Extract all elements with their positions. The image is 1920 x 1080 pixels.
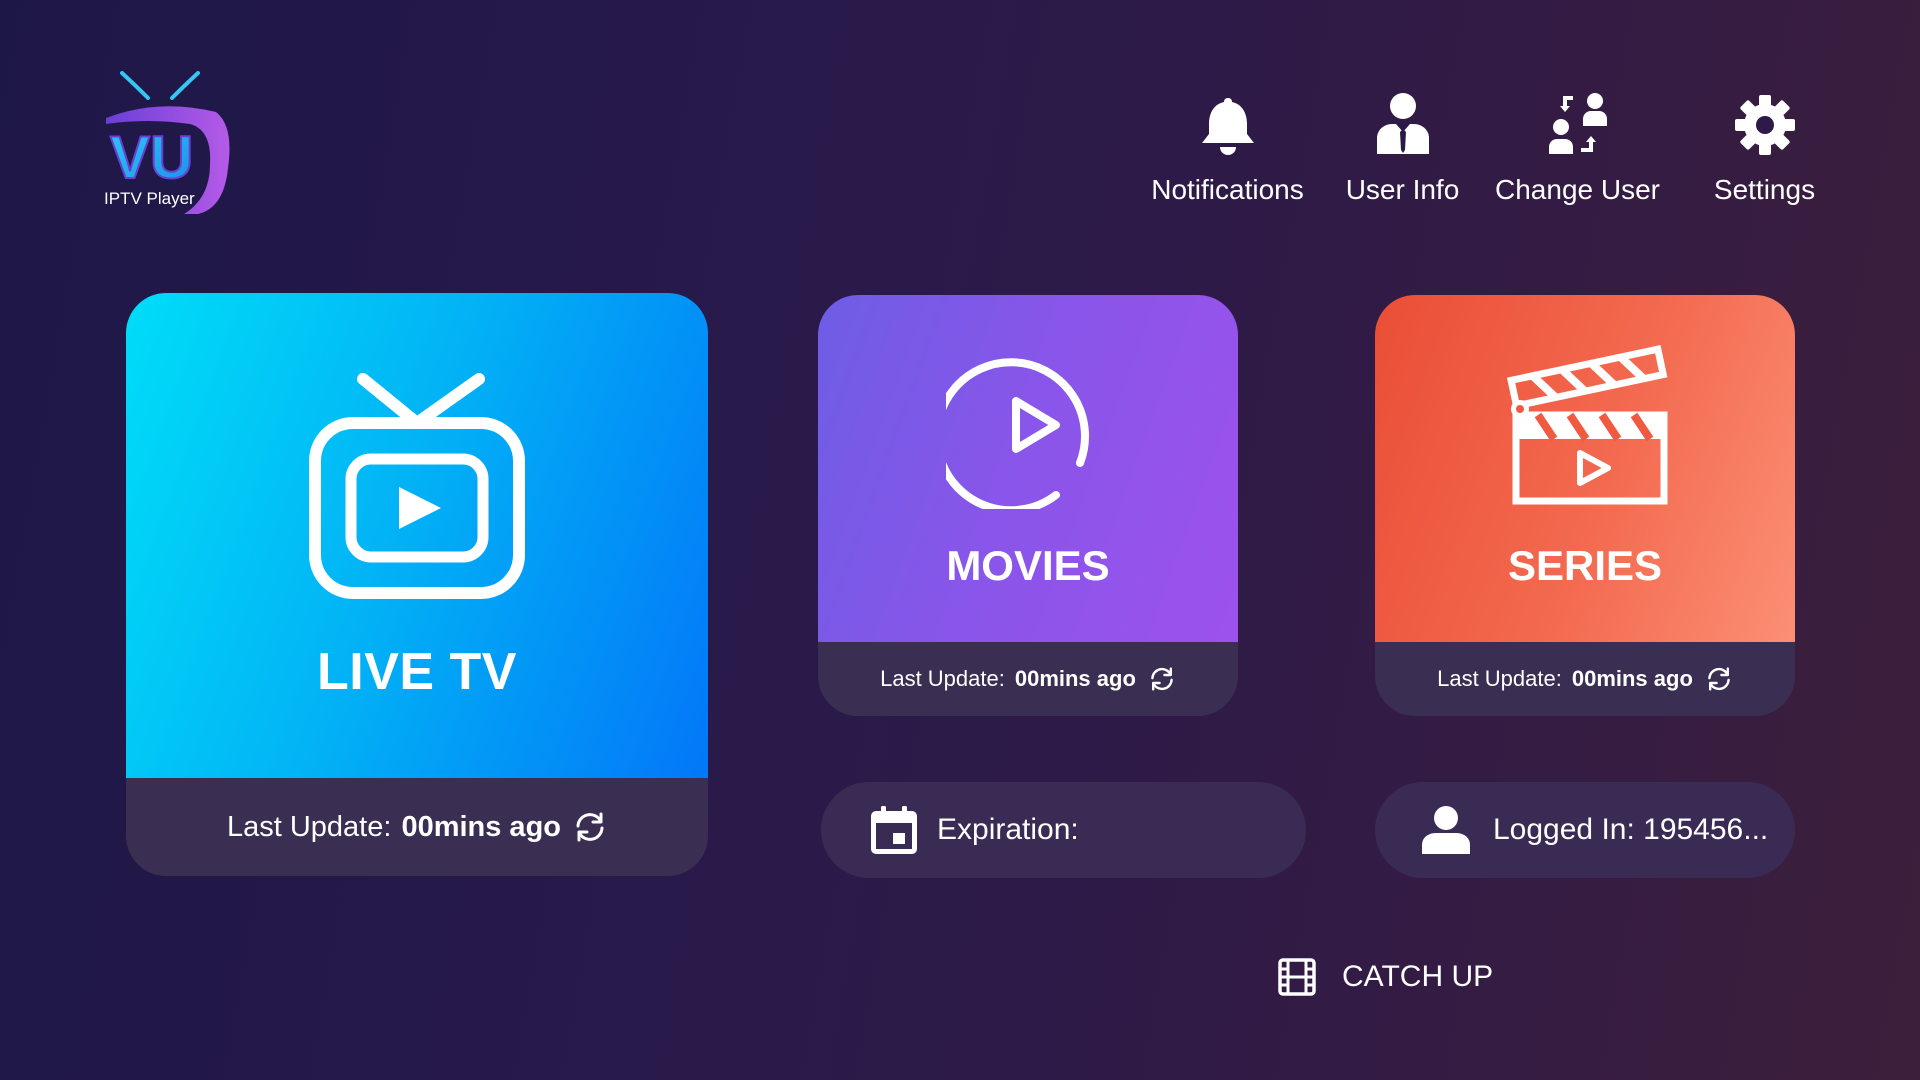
series-panel: SERIES [1375, 295, 1795, 642]
movies-last-update: Last Update: 00mins ago [818, 642, 1238, 716]
logged-in-info: Logged In: 195456... [1375, 782, 1795, 878]
movies-panel: MOVIES [818, 295, 1238, 642]
svg-text:VU: VU [110, 124, 193, 191]
refresh-icon[interactable] [1705, 667, 1733, 691]
refresh-icon[interactable] [1148, 667, 1176, 691]
play-circle-icon [933, 345, 1110, 515]
change-user-label: Change User [1495, 174, 1660, 205]
switch-user-icon [1548, 93, 1607, 154]
live-tv-last-update-value: 00mins ago [401, 810, 561, 843]
user-info-label: User Info [1345, 174, 1460, 205]
movies-last-update-value: 00mins ago [1014, 666, 1136, 691]
clapperboard-icon [1502, 343, 1668, 514]
logo-tv-icon: VU IPTV Player [104, 71, 230, 214]
change-user-button[interactable]: Change User [1490, 84, 1665, 206]
expiration-label: Expiration: [937, 813, 1079, 846]
catch-up-label: CATCH UP [1342, 960, 1494, 993]
user-info-button[interactable]: User Info [1315, 84, 1490, 206]
settings-label: Settings [1713, 174, 1816, 205]
film-icon [1278, 958, 1316, 996]
series-last-update: Last Update: 00mins ago [1375, 642, 1795, 716]
notifications-button[interactable]: Notifications [1140, 84, 1315, 206]
settings-button[interactable]: Settings [1677, 84, 1852, 206]
calendar-icon [869, 805, 919, 855]
gear-icon [1734, 95, 1795, 155]
live-tv-title: LIVE TV [317, 643, 517, 701]
live-tv-panel: LIVE TV [126, 293, 708, 778]
expiration-info: Expiration: [821, 782, 1306, 878]
top-nav: Notifications User Info Change User Sett… [1140, 84, 1852, 206]
movies-last-update-label: Last Update: [880, 666, 1005, 691]
logged-in-label: Logged In: 195456... [1493, 813, 1769, 846]
series-last-update-value: 00mins ago [1571, 666, 1693, 691]
refresh-icon[interactable] [573, 812, 607, 842]
series-last-update-label: Last Update: [1437, 666, 1562, 691]
movies-tile[interactable]: MOVIES Last Update: 00mins ago [818, 295, 1238, 716]
notifications-label: Notifications [1151, 174, 1304, 205]
live-tv-tile[interactable]: LIVE TV Last Update: 00mins ago [126, 293, 708, 876]
svg-text:IPTV Player: IPTV Player [104, 189, 195, 208]
series-tile[interactable]: SERIES Last Update: 00mins ago [1375, 295, 1795, 716]
series-title: SERIES [1507, 542, 1663, 589]
user-tie-icon [1376, 93, 1429, 154]
catch-up-button[interactable]: CATCH UP [1278, 958, 1493, 996]
tv-play-icon [307, 371, 527, 606]
user-icon [1421, 805, 1471, 855]
live-tv-last-update: Last Update: 00mins ago [126, 778, 708, 876]
app-logo: VU IPTV Player [98, 68, 238, 218]
bell-icon [1201, 98, 1254, 155]
movies-title: MOVIES [946, 542, 1110, 589]
live-tv-last-update-label: Last Update: [226, 810, 392, 843]
